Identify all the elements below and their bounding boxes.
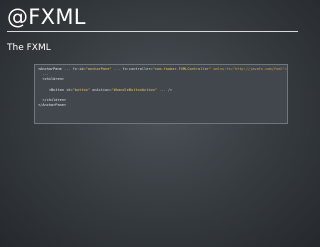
code-token: ... /> [157,87,173,92]
title-divider [7,31,298,32]
code-token: "#handleButtonAction" [111,87,158,92]
code-token: <AnchorPane [38,67,62,71]
code-token: xmlns:fx="http://javafx.com/fxml"> [211,67,287,71]
code-token: id= [63,87,73,92]
code-token: fx:controller= [122,67,153,71]
code-token: ... [61,67,73,71]
slide-title: @FXML [7,5,86,29]
slide: @FXML The FXML <AnchorPane ... fx:id="an… [0,0,320,247]
code-block: <AnchorPane ... fx:id="anchorPane" ... f… [34,64,288,124]
code-token: "anchorPane" [85,67,112,71]
slide-subtitle: The FXML [7,43,51,53]
code-token: <Button [38,87,64,92]
code-token: onAction= [89,87,112,92]
code-token: "com.foobar.FXMLController" [152,67,212,71]
code-token: ... [111,67,123,71]
code-token: fx:id= [72,67,86,71]
code-line-anchorpane-close: </AnchorPane> [38,103,67,108]
code-token: "button" [72,87,90,92]
code-line-anchorpane-open: <AnchorPane ... fx:id="anchorPane" ... f… [38,67,287,72]
